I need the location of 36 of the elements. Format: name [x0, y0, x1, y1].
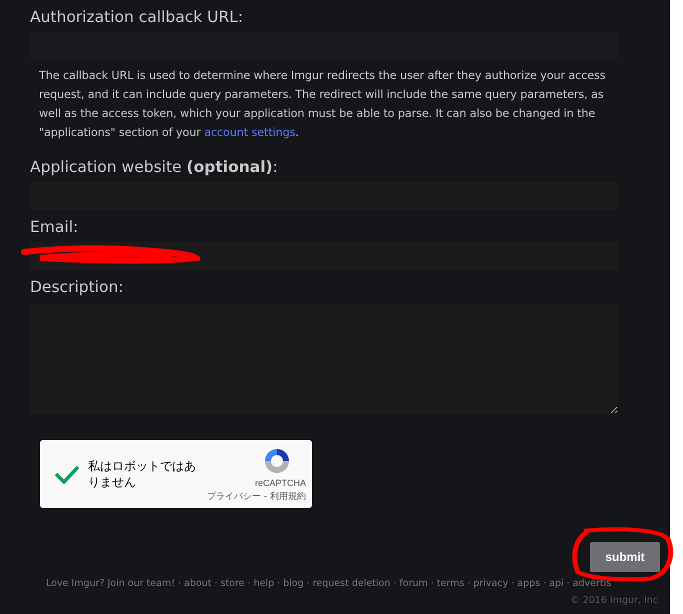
- input-field[interactable]: [30, 304, 618, 414]
- footer-link[interactable]: blog: [283, 578, 304, 589]
- checkmark-icon[interactable]: [54, 464, 80, 484]
- account-settings-link[interactable]: account settings: [204, 126, 296, 139]
- help-text: The callback URL is used to determine where Imgur redirects the user after they authorize your access request, and it can include query parameters. The redirect will include the same query parameters, as well as the access token, which your application must be able to parse. It can also be changed in the "applications" section of your account settings.: [39, 68, 607, 141]
- separator-dot: ·: [566, 578, 570, 589]
- separator-dot: ·: [543, 578, 546, 589]
- footer-link[interactable]: help: [254, 578, 274, 589]
- separator-dot: ·: [178, 578, 182, 589]
- field-label: Email:: [30, 217, 80, 238]
- footer-link[interactable]: advertis: [572, 578, 612, 589]
- field-label: Application website (optional):: [30, 157, 279, 178]
- separator-dot: ·: [467, 578, 470, 589]
- copyright-text: © 2016 Imgur, Inc: [569, 595, 658, 606]
- captcha-label: 私はロボットではありません: [88, 458, 197, 490]
- separator-dot: ·: [430, 578, 434, 589]
- field-label: Authorization callback URL:: [30, 7, 244, 28]
- separator-dot: ·: [306, 578, 310, 589]
- footer-link[interactable]: request deletion: [312, 578, 390, 589]
- footer-link[interactable]: privacy: [473, 578, 508, 589]
- footer-link[interactable]: about: [184, 578, 212, 589]
- footer-link[interactable]: store: [220, 578, 245, 589]
- footer-link[interactable]: api: [549, 578, 564, 589]
- separator-dot: ·: [393, 578, 396, 589]
- field-label: Description:: [30, 277, 124, 298]
- footer-link[interactable]: forum: [399, 578, 428, 589]
- recaptcha-brand: reCAPTCHA: [254, 478, 306, 488]
- footer-link[interactable]: Love Imgur? Join our team!: [46, 578, 176, 589]
- submit-button[interactable]: submit: [590, 542, 660, 572]
- separator-dot: ·: [277, 578, 280, 589]
- footer-link[interactable]: terms: [436, 578, 464, 589]
- separator-dot: ·: [214, 578, 218, 589]
- footer-link[interactable]: apps: [517, 578, 540, 589]
- separator-dot: ·: [248, 578, 251, 589]
- privacy-terms-link[interactable]: プライバシー - 利用規約: [207, 490, 306, 502]
- separator-dot: ·: [511, 578, 514, 589]
